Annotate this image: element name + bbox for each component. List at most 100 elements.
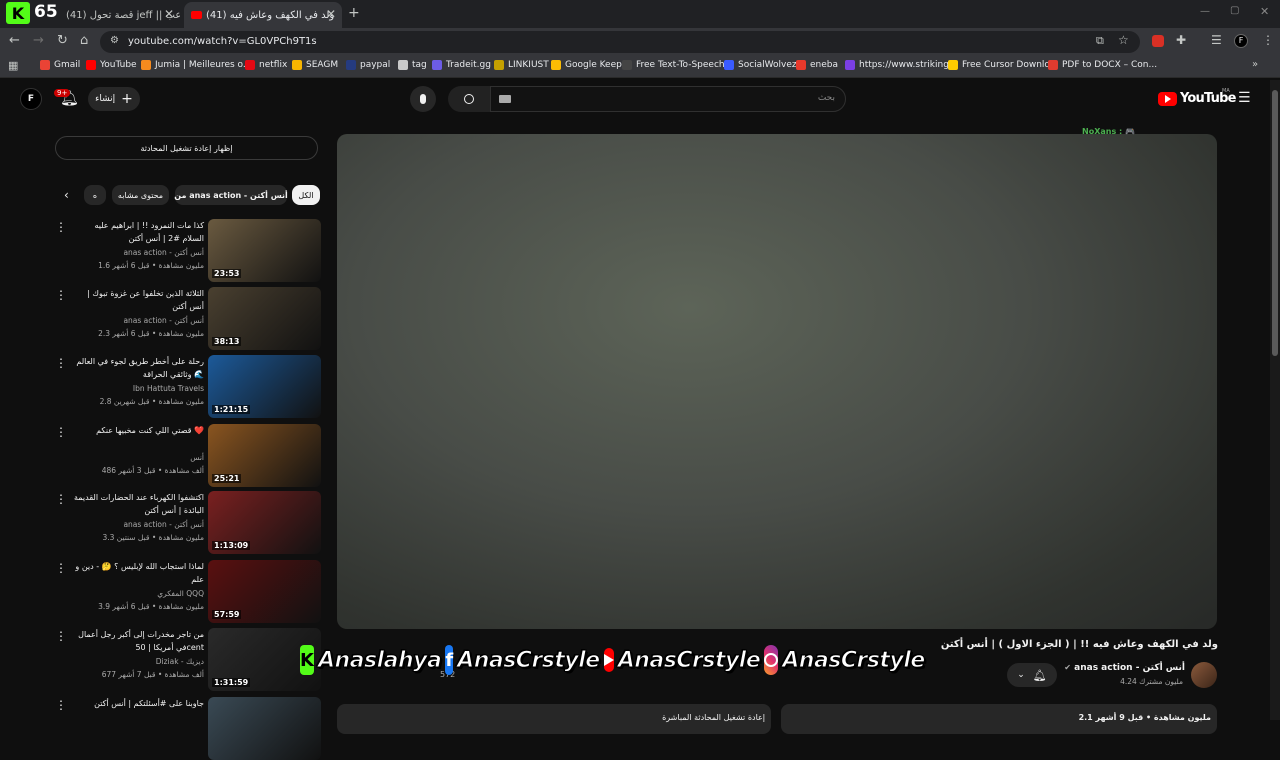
- back-icon[interactable]: ←: [9, 33, 20, 48]
- related-video-channel[interactable]: anas action - أنس أكتن: [74, 316, 204, 325]
- more-options-icon[interactable]: ⋮: [55, 356, 67, 370]
- bookmark-item[interactable]: Free Cursor Downlo...: [948, 60, 1058, 70]
- related-video-meta: 1.6 مليون مشاهدة • قبل 6 أشهر: [98, 261, 204, 270]
- extension-icon[interactable]: [1152, 35, 1164, 47]
- close-icon[interactable]: ✕: [326, 7, 336, 21]
- chat-replay-panel[interactable]: إعادة تشغيل المحادثة المباشرة: [337, 704, 771, 734]
- related-video-title[interactable]: جاوبنا على #أسئلتكم | أنس أكتن: [74, 697, 204, 710]
- video-thumbnail[interactable]: [208, 697, 321, 760]
- bookmark-item[interactable]: Free Text-To-Speech...: [622, 60, 733, 70]
- social-banner: K Anaslahya f AnasCrstyle AnasCrstyle An…: [300, 640, 926, 680]
- home-icon[interactable]: ⌂: [80, 33, 88, 48]
- chip-all[interactable]: الكل: [292, 185, 320, 205]
- chip-from-channel[interactable]: من anas action - أنس أكتن: [174, 185, 288, 205]
- bookmark-item[interactable]: https://www.striking...: [845, 60, 958, 70]
- more-options-icon[interactable]: ⋮: [55, 288, 67, 302]
- description-panel[interactable]: 2.1 مليون مشاهدة • قبل 9 أشهر: [781, 704, 1217, 734]
- close-icon[interactable]: ✕: [164, 7, 174, 21]
- video-thumbnail[interactable]: 57:59: [208, 560, 321, 623]
- install-icon[interactable]: ⧉: [1096, 34, 1104, 48]
- bookmark-item[interactable]: LINKIUST: [494, 60, 549, 70]
- minimize-icon[interactable]: —: [1200, 6, 1210, 17]
- video-thumbnail[interactable]: 1:21:15: [208, 355, 321, 418]
- related-video-channel[interactable]: المفكري QQQ: [74, 589, 204, 598]
- media-icon[interactable]: ☰: [1211, 33, 1222, 47]
- subscriber-count: 4.24 مليون مشترك: [1120, 677, 1183, 686]
- tab-jeff[interactable]: (41) قصة تحول jeff || الارعب ✕: [58, 2, 180, 28]
- bookmark-item[interactable]: PDF to DOCX – Con...: [1048, 60, 1157, 70]
- bookmark-item[interactable]: eneba: [796, 60, 838, 70]
- video-thumbnail[interactable]: 1:13:09: [208, 491, 321, 554]
- video-thumbnail[interactable]: 25:21: [208, 424, 321, 487]
- channel-name[interactable]: ✔ anas action - أنس أكتن: [1050, 663, 1185, 673]
- keyboard-icon[interactable]: [499, 95, 511, 103]
- chips-prev-icon[interactable]: ‹: [64, 188, 69, 202]
- new-tab-button[interactable]: +: [348, 5, 360, 21]
- chip-similar[interactable]: محتوى مشابه: [112, 185, 169, 205]
- channel-avatar[interactable]: [1191, 662, 1217, 688]
- more-options-icon[interactable]: ⋮: [55, 629, 67, 643]
- bookmark-item[interactable]: SEAGM: [292, 60, 338, 70]
- reload-icon[interactable]: ↻: [57, 33, 68, 48]
- bookmark-label: Jumia | Meilleures o...: [155, 60, 252, 70]
- more-options-icon[interactable]: ⋮: [55, 561, 67, 575]
- related-video-meta: 677 ألف مشاهدة • قبل 7 أشهر: [101, 670, 204, 679]
- video-player[interactable]: [337, 134, 1217, 629]
- extensions-puzzle-icon[interactable]: ✚: [1176, 33, 1186, 47]
- subscribed-button[interactable]: ⌄ 🔔︎: [1007, 663, 1057, 687]
- more-options-icon[interactable]: ⋮: [55, 425, 67, 439]
- site-info-icon[interactable]: ⚙: [110, 35, 119, 46]
- more-options-icon[interactable]: ⋮: [55, 698, 67, 712]
- bookmark-item[interactable]: tag: [398, 60, 427, 70]
- related-video-channel[interactable]: Diziak - ديزيك: [74, 657, 204, 666]
- related-video-channel[interactable]: Ibn Hattuta Travels: [74, 384, 204, 393]
- plus-icon: +: [121, 91, 133, 107]
- related-video-channel[interactable]: أنس: [74, 453, 204, 462]
- bookmark-item[interactable]: YouTube: [86, 60, 137, 70]
- bookmark-item[interactable]: paypal: [346, 60, 390, 70]
- profile-avatar[interactable]: F: [1234, 34, 1248, 48]
- account-avatar[interactable]: F: [20, 88, 42, 110]
- bookmark-item[interactable]: Google Keep: [551, 60, 622, 70]
- hamburger-menu-icon[interactable]: ☰: [1238, 90, 1251, 106]
- voice-search-button[interactable]: [410, 86, 436, 112]
- show-chat-replay-button[interactable]: إظهار إعادة تشغيل المحادثة: [55, 136, 318, 160]
- tab-youtube[interactable]: (41) ولد في الكهف وعاش فيه ✕: [184, 2, 342, 28]
- related-video-channel[interactable]: anas action - أنس أكتن: [74, 520, 204, 529]
- bell-icon: 🔔︎: [1032, 668, 1047, 682]
- bookmark-item[interactable]: netflix: [245, 60, 287, 70]
- bookmark-label: tag: [412, 60, 427, 70]
- related-video-title[interactable]: اكتشفوا الكهرباء عند الحضارات القديمة ال…: [74, 491, 204, 517]
- search-input[interactable]: بحث: [490, 86, 846, 112]
- menu-icon[interactable]: ⋮: [1262, 33, 1274, 47]
- duration-badge: 1:31:59: [212, 678, 251, 687]
- bookmark-item[interactable]: Gmail: [40, 60, 80, 70]
- star-icon[interactable]: ☆: [1118, 33, 1129, 47]
- related-video-title[interactable]: الثلاثة الذين تخلفوا عن غزوة تبوك | أنس …: [74, 287, 204, 313]
- related-video-title[interactable]: رحلة على أخطر طريق لجوء في العالم 🌊 وثائ…: [74, 355, 204, 381]
- chip-partial[interactable]: ه: [84, 185, 106, 205]
- bookmark-item[interactable]: SocialWolvez: [724, 60, 797, 70]
- apps-grid-icon[interactable]: ▦: [8, 59, 18, 72]
- more-options-icon[interactable]: ⋮: [55, 220, 67, 234]
- facebook-icon: f: [445, 645, 454, 675]
- related-video-channel[interactable]: anas action - أنس أكتن: [74, 248, 204, 257]
- bookmarks-overflow-icon[interactable]: »: [1252, 59, 1258, 70]
- scrollbar[interactable]: [1270, 80, 1280, 720]
- maximize-icon[interactable]: ▢: [1230, 5, 1239, 16]
- related-video-title[interactable]: كذا مات النمرود !! | ابراهيم عليه السلام…: [74, 219, 204, 245]
- video-thumbnail[interactable]: 23:53: [208, 219, 321, 282]
- forward-icon[interactable]: →: [33, 33, 44, 48]
- related-video-title[interactable]: من تاجر مخدرات إلى أكبر رجل أعمال في أمر…: [74, 628, 204, 654]
- bookmark-item[interactable]: Jumia | Meilleures o...: [141, 60, 251, 70]
- search-button[interactable]: [448, 86, 490, 112]
- video-thumbnail[interactable]: 38:13: [208, 287, 321, 350]
- related-video-meta: 486 ألف مشاهدة • قبل 3 أشهر: [101, 466, 204, 475]
- create-button[interactable]: إنشاء +: [88, 87, 140, 111]
- bookmark-label: Free Text-To-Speech...: [636, 60, 734, 70]
- bookmark-item[interactable]: Tradeit.gg: [432, 60, 491, 70]
- related-video-title[interactable]: قصتي اللي كنت مخبيها عنكم ❤️: [74, 424, 204, 437]
- close-window-icon[interactable]: ✕: [1260, 5, 1269, 18]
- more-options-icon[interactable]: ⋮: [55, 492, 67, 506]
- related-video-title[interactable]: لماذا استجاب الله لإبليس ؟ 🤔 - دين و علم: [74, 560, 204, 586]
